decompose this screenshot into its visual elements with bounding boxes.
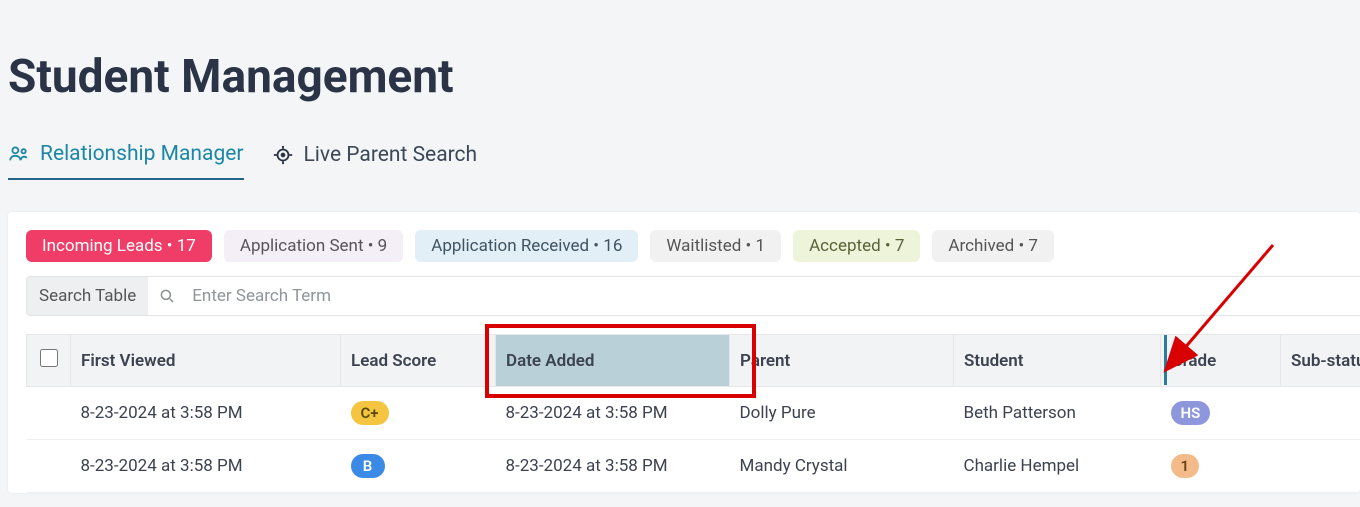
table-row[interactable]: 8-23-2024 at 3:58 PM B 8-23-2024 at 3:58… [27,440,1360,493]
filter-application-sent[interactable]: Application Sent • 9 [224,230,403,262]
tab-label: Live Parent Search [304,143,478,167]
search-row: Search Table [8,276,1360,316]
search-input[interactable] [184,276,1360,316]
filter-incoming-leads[interactable]: Incoming Leads • 17 [26,230,212,262]
status-filters: Incoming Leads • 17 Application Sent • 9… [8,230,1360,276]
cell-parent: Dolly Pure [730,387,954,440]
target-icon [272,144,294,166]
tabs: Relationship Manager Live Parent Search [0,114,1360,180]
table-wrap: First Viewed Lead Score Date Added Paren… [8,334,1360,493]
select-all-cell[interactable] [27,335,71,387]
cell-parent: Mandy Crystal [730,440,954,493]
col-first-viewed[interactable]: First Viewed [71,335,341,387]
col-sub-status[interactable]: Sub-status [1281,335,1360,387]
cell-date-added: 8-23-2024 at 3:58 PM [496,387,730,440]
col-lead-score[interactable]: Lead Score [341,335,496,387]
search-label: Search Table [26,276,148,316]
col-student[interactable]: Student [954,335,1161,387]
cell-grade: 1 [1161,440,1281,493]
tab-label: Relationship Manager [40,142,244,166]
cell-grade: HS [1161,387,1281,440]
grade-badge: HS [1171,401,1211,425]
cell-lead-score: C+ [341,387,496,440]
cell-student: Charlie Hempel [954,440,1161,493]
cell-lead-score: B [341,440,496,493]
filter-archived[interactable]: Archived • 7 [932,230,1054,262]
users-icon [8,143,30,165]
tab-live-parent-search[interactable]: Live Parent Search [272,143,478,179]
grade-badge: 1 [1171,454,1200,478]
search-icon [148,276,184,316]
col-grade[interactable]: Grade [1161,335,1281,387]
lead-score-badge: C+ [351,401,389,425]
filter-waitlisted[interactable]: Waitlisted • 1 [650,230,781,262]
cell-first-viewed: 8-23-2024 at 3:58 PM [71,440,341,493]
students-table: First Viewed Lead Score Date Added Paren… [26,334,1360,493]
filter-accepted[interactable]: Accepted • 7 [793,230,920,262]
filter-application-received[interactable]: Application Received • 16 [415,230,638,262]
cell-student: Beth Patterson [954,387,1161,440]
col-parent[interactable]: Parent [730,335,954,387]
select-all-checkbox[interactable] [40,349,58,367]
tab-relationship-manager[interactable]: Relationship Manager [8,142,244,180]
main-card: Incoming Leads • 17 Application Sent • 9… [8,212,1360,493]
col-date-added[interactable]: Date Added [496,335,730,387]
cell-first-viewed: 8-23-2024 at 3:58 PM [71,387,341,440]
table-row[interactable]: 8-23-2024 at 3:58 PM C+ 8-23-2024 at 3:5… [27,387,1360,440]
lead-score-badge: B [351,454,385,478]
page-title: Student Management [0,0,1360,114]
cell-date-added: 8-23-2024 at 3:58 PM [496,440,730,493]
